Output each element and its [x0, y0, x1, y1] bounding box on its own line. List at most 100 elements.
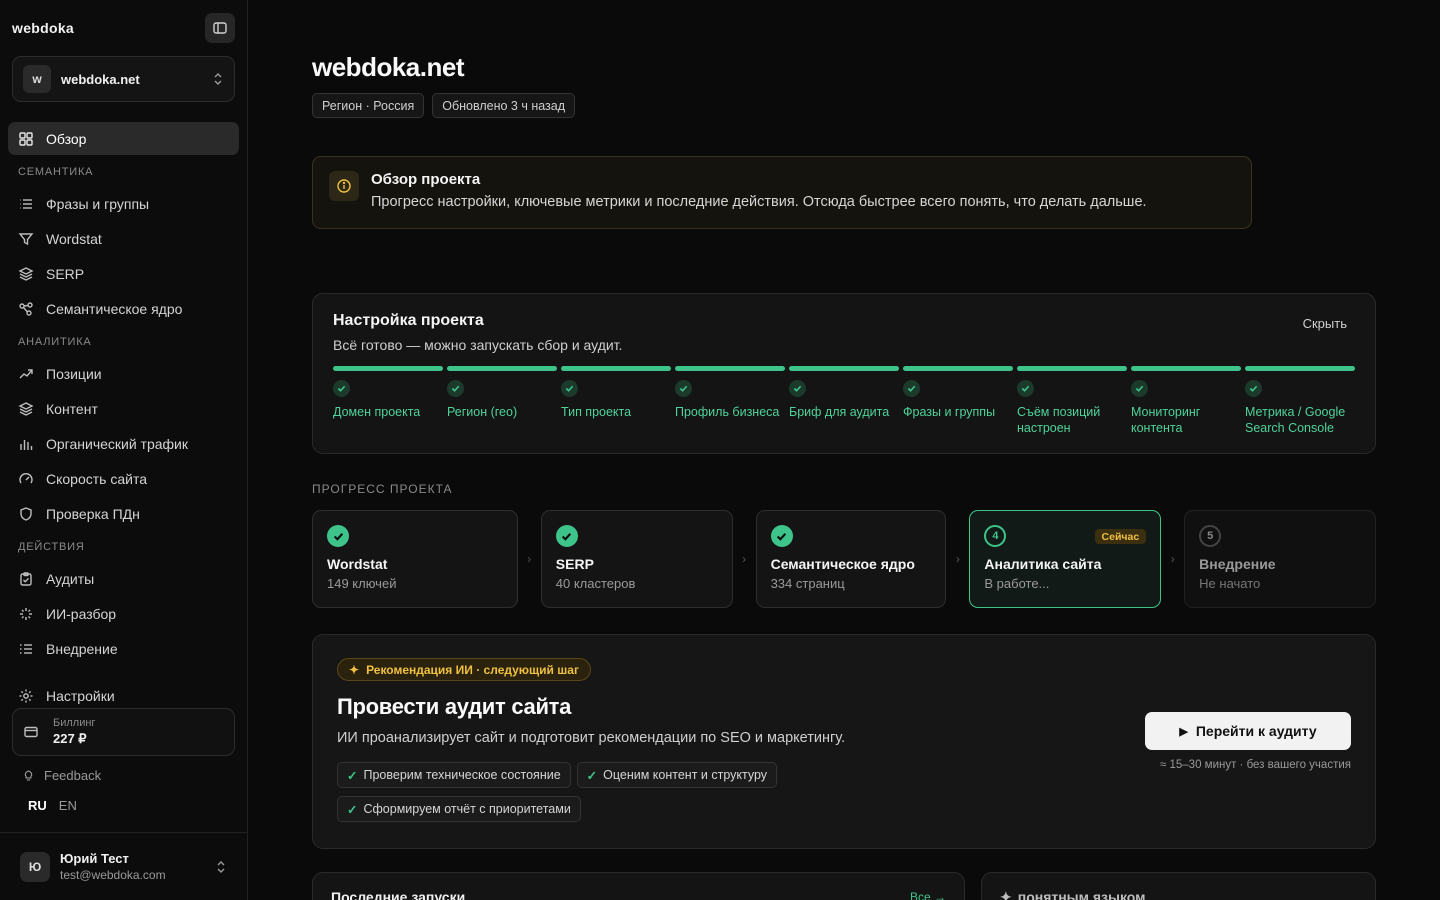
chevron-up-down-icon	[217, 860, 225, 873]
go-to-audit-button[interactable]: ▶ Перейти к аудиту	[1145, 712, 1351, 750]
project-avatar: w	[23, 65, 51, 93]
point-label: Оценим контент и структуру	[603, 768, 768, 782]
share-nodes-icon	[18, 301, 34, 317]
page-meta-chips: Регион · Россия Обновлено 3 ч назад	[312, 93, 576, 118]
step-bar	[789, 366, 899, 371]
chevron-up-down-icon	[214, 73, 222, 85]
recommendation-point: ✓ Сформируем отчёт с приоритетами	[337, 796, 581, 822]
setup-step: Регион (гео)	[447, 366, 557, 436]
filter-icon	[18, 231, 34, 247]
sidebar-item-overview[interactable]: Обзор	[8, 122, 239, 155]
stage-title: Внедрение	[1199, 556, 1276, 572]
project-setup-card: Настройка проекта Всё готово — можно зап…	[312, 293, 1376, 454]
recommendation-points: ✓ Проверим техническое состояние ✓ Оценим …	[337, 762, 857, 822]
main-content: webdoka.net Регион · Россия Обновлено 3 …	[248, 0, 1440, 900]
check-icon	[1017, 380, 1034, 397]
step-bar	[1131, 366, 1241, 371]
step-bar	[1245, 366, 1355, 371]
point-label: Сформируем отчёт с приоритетами	[363, 802, 571, 816]
user-menu[interactable]: Ю Юрий Тест test@webdoka.com	[0, 832, 247, 900]
sidebar-toggle-button[interactable]	[205, 13, 235, 43]
billing-balance: 227 ₽	[53, 731, 87, 746]
setup-step: Съём позиций настроен	[1017, 366, 1127, 436]
sidebar-item-wordstat[interactable]: Wordstat	[8, 222, 239, 255]
lang-en-button[interactable]: EN	[59, 798, 77, 813]
sidebar-item-content[interactable]: Контент	[8, 392, 239, 425]
stage-subtitle: 149 ключей	[327, 576, 397, 591]
stage-subtitle: В работе...	[984, 576, 1050, 591]
list-check-icon	[18, 641, 34, 657]
sidebar-item-serp[interactable]: SERP	[8, 257, 239, 290]
trending-up-icon	[18, 366, 34, 382]
lightbulb-icon	[24, 770, 33, 781]
step-bar	[333, 366, 443, 371]
check-icon: ✓	[347, 768, 358, 783]
check-icon	[675, 380, 692, 397]
recent-runs-title: Последние запуски	[331, 889, 466, 900]
recommendation-point: ✓ Проверим техническое состояние	[337, 762, 571, 788]
step-label: Регион (гео)	[447, 405, 518, 419]
project-switcher[interactable]: w webdoka.net	[12, 56, 235, 102]
list-icon	[18, 196, 34, 212]
brand-row: webdoka	[0, 0, 247, 56]
sidebar-item-implementation[interactable]: Внедрение	[8, 632, 239, 665]
setup-step: Бриф для аудита	[789, 366, 899, 436]
check-icon	[1131, 380, 1148, 397]
sidebar-item-label: ИИ-разбор	[46, 605, 117, 622]
stage-subtitle: 334 страниц	[770, 576, 845, 591]
stage-serp[interactable]: SERP 40 кластеров	[540, 510, 733, 608]
check-circle-icon	[327, 525, 349, 547]
feedback-link[interactable]: Feedback	[22, 768, 101, 783]
sidebar-item-ai-review[interactable]: ИИ-разбор	[8, 597, 239, 630]
sidebar-item-audits[interactable]: Аудиты	[8, 562, 239, 595]
sidebar: webdoka w webdoka.net Обзор СЕМАНТИКА Фр…	[0, 0, 248, 900]
stage-number: 4	[984, 525, 1007, 547]
notice-text: Прогресс настройки, ключевые метрики и п…	[371, 194, 1147, 210]
nav-section-actions: ДЕЙСТВИЯ	[18, 541, 85, 553]
step-label: Фразы и группы	[903, 405, 996, 419]
check-icon: ✓	[586, 768, 598, 783]
stage-implementation[interactable]: 5 Внедрение Не начато	[1184, 510, 1376, 608]
go-to-audit-label: Перейти к аудиту	[1195, 723, 1317, 739]
sidebar-item-label: Скорость сайта	[46, 470, 147, 487]
stage-site-analytics[interactable]: 4 Сейчас Аналитика сайта В работе...	[969, 510, 1162, 608]
lang-ru-button[interactable]: RU	[28, 798, 47, 813]
sidebar-item-positions[interactable]: Позиции	[8, 357, 239, 390]
check-icon: ✓	[347, 802, 358, 817]
step-label: Метрика / Google Search Console	[1245, 405, 1346, 435]
feedback-label: Feedback	[44, 768, 102, 783]
updated-chip: Обновлено 3 ч назад	[432, 93, 576, 118]
check-icon	[903, 380, 920, 397]
billing-card[interactable]: Биллинг 227 ₽	[12, 708, 235, 756]
stage-wordstat[interactable]: Wordstat 149 ключей	[312, 510, 518, 608]
sidebar-item-phrases[interactable]: Фразы и группы	[8, 187, 239, 220]
hide-setup-button[interactable]: Скрыть	[1303, 316, 1347, 331]
sidebar-item-label: Настройки	[46, 687, 115, 704]
overview-notice: Обзор проекта Прогресс настройки, ключев…	[312, 156, 1252, 229]
setup-title: Настройка проекта	[333, 312, 484, 329]
stage-subtitle: 40 кластеров	[555, 576, 636, 591]
check-icon	[447, 380, 464, 397]
step-label: Мониторинг контента	[1131, 405, 1201, 435]
nav-section-semantics: СЕМАНТИКА	[18, 166, 94, 178]
notice-title: Обзор проекта	[371, 171, 481, 188]
user-name: Юрий Тест	[60, 851, 129, 866]
all-runs-link[interactable]: Все →	[910, 890, 946, 900]
step-bar	[561, 366, 671, 371]
recent-runs-card: Последние запуски Все →	[312, 872, 965, 900]
sidebar-item-pd-check[interactable]: Проверка ПДн	[8, 497, 239, 530]
point-label: Проверим техническое состояние	[363, 768, 561, 782]
page-title: webdoka.net	[312, 52, 464, 82]
sidebar-item-semantic-core[interactable]: Семантическое ядро	[8, 292, 239, 325]
plain-language-label: понятным языком	[1017, 889, 1146, 900]
sidebar-item-organic-traffic[interactable]: Органический трафик	[8, 427, 239, 460]
sidebar-item-label: SERP	[46, 265, 85, 282]
setup-step: Тип проекта	[561, 366, 671, 436]
project-name: webdoka.net	[61, 71, 140, 87]
language-switcher: RU EN	[28, 798, 77, 813]
sidebar-item-site-speed[interactable]: Скорость сайта	[8, 462, 239, 495]
step-label: Профиль бизнеса	[675, 405, 780, 419]
nav-section-analytics: АНАЛИТИКА	[18, 336, 92, 348]
stage-semantic-core[interactable]: Семантическое ядро 334 страниц	[755, 510, 947, 608]
sparkle-icon: ✦	[1000, 889, 1012, 900]
